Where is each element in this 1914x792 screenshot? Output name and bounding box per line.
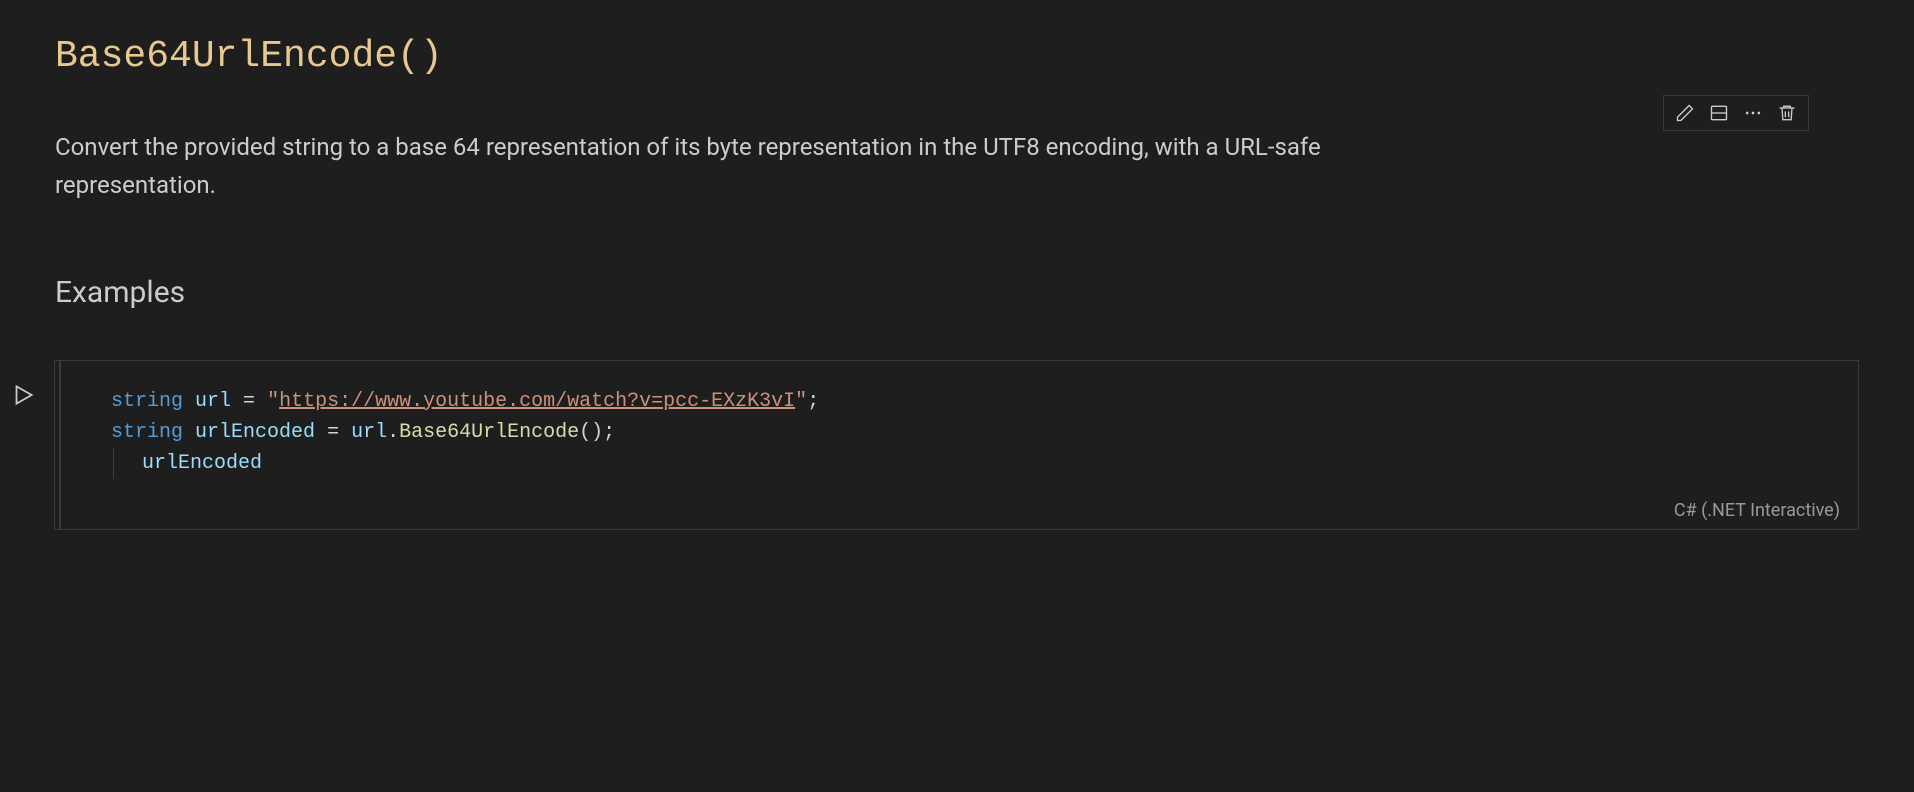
code-content[interactable]: string url = "https://www.youtube.com/wa… (111, 386, 1808, 479)
code-token (183, 421, 195, 444)
examples-heading: Examples (55, 275, 1859, 310)
code-token: string (111, 390, 183, 413)
code-token: urlEncoded (142, 452, 262, 475)
code-token: urlEncoded (113, 448, 262, 479)
cell-toolbar (1663, 95, 1809, 131)
code-token: " (267, 390, 279, 413)
code-cell-container: string url = "https://www.youtube.com/wa… (10, 360, 1859, 530)
code-token: " (795, 390, 807, 413)
code-token: = (231, 390, 267, 413)
delete-icon[interactable] (1776, 102, 1798, 124)
code-token (183, 390, 195, 413)
code-token: = (315, 421, 351, 444)
edit-icon[interactable] (1674, 102, 1696, 124)
more-icon[interactable] (1742, 102, 1764, 124)
code-token: urlEncoded (195, 421, 315, 444)
code-token: (); (579, 421, 615, 444)
description-text: Convert the provided string to a base 64… (55, 128, 1455, 205)
code-token: url (351, 421, 387, 444)
code-token: https://www.youtube.com/watch?v=pcc-EXzK… (279, 390, 795, 413)
code-token: . (387, 421, 399, 444)
split-icon[interactable] (1708, 102, 1730, 124)
run-button[interactable] (10, 382, 36, 412)
code-token: url (195, 390, 231, 413)
code-token: ; (807, 390, 819, 413)
code-token: Base64UrlEncode (399, 421, 579, 444)
code-cell[interactable]: string url = "https://www.youtube.com/wa… (54, 360, 1859, 530)
page-title: Base64UrlEncode() (55, 35, 1859, 78)
cell-language-label: C# (.NET Interactive) (1674, 500, 1840, 521)
code-token: string (111, 421, 183, 444)
